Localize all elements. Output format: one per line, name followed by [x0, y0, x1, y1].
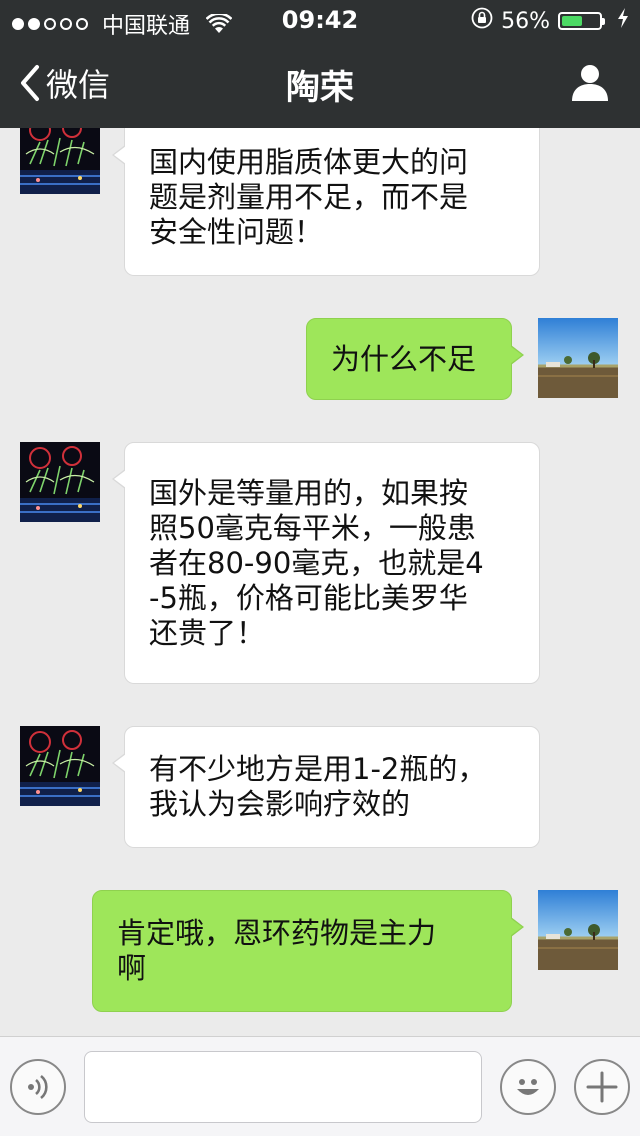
message-line: 为什么不足 [331, 341, 477, 376]
message-line: 我认为会影响疗效的 [149, 787, 411, 821]
message-bubble-incoming[interactable]: 有不少地方是用1-2瓶的， 我认为会影响疗效的 [112, 726, 540, 848]
message-text: 国内使用脂质体更大的问 题是剂量用不足，而不是 安全性问题！ [149, 145, 468, 250]
navigation-bar: 微信 陶荣 [0, 40, 640, 128]
message-line: 国外是等量用的，如果按 [149, 475, 469, 510]
charging-icon [616, 7, 630, 35]
battery-percent: 56% [501, 8, 550, 34]
contact-avatar[interactable] [20, 128, 100, 194]
contact-avatar[interactable] [20, 442, 100, 522]
message-bubble-outgoing[interactable]: 肯定哦，恩环药物是主力 啊 [92, 890, 524, 1012]
profile-button[interactable] [570, 62, 610, 102]
top-bar: 中国联通 09:42 56% 微信 陶荣 [0, 0, 640, 128]
message-bubble-incoming[interactable]: 国外是等量用的，如果按 照50毫克每平米，一般患 者在80-90毫克，也就是4 … [112, 442, 540, 684]
contact-avatar[interactable] [20, 726, 100, 806]
message-input[interactable] [84, 1051, 482, 1123]
message-text: 国外是等量用的，如果按 照50毫克每平米，一般患 者在80-90毫克，也就是4 … [149, 476, 484, 651]
message-line: 者在80-90毫克，也就是4 [149, 545, 484, 580]
chat-title: 陶荣 [286, 68, 354, 108]
message-line: 肯定哦，恩环药物是主力 [117, 916, 437, 950]
message-text: 有不少地方是用1-2瓶的， 我认为会影响疗效的 [149, 752, 486, 822]
battery-cap [602, 18, 605, 25]
chat-area[interactable]: 国内使用脂质体更大的问 题是剂量用不足，而不是 安全性问题！ 为什么不足 国外是… [0, 128, 640, 1036]
emoji-button[interactable] [500, 1059, 556, 1115]
my-avatar[interactable] [538, 318, 618, 398]
message-line: 安全性问题！ [149, 214, 324, 249]
input-toolbar [0, 1036, 640, 1136]
message-line: 照50毫克每平米，一般患 [149, 510, 476, 545]
message-bubble-incoming[interactable]: 国内使用脂质体更大的问 题是剂量用不足，而不是 安全性问题！ [112, 128, 540, 276]
voice-icon [28, 1074, 48, 1100]
emoji-icon [517, 1079, 539, 1095]
rotation-lock-icon [471, 7, 493, 35]
battery-fill [562, 16, 582, 26]
my-avatar[interactable] [538, 890, 618, 970]
status-bar: 中国联通 09:42 56% [0, 0, 640, 40]
message-line: 有不少地方是用1-2瓶的， [149, 752, 487, 786]
message-text: 为什么不足 [331, 342, 476, 377]
status-right: 56% [471, 7, 630, 35]
plus-icon [586, 1071, 618, 1103]
message-line: 国内使用脂质体更大的问 [149, 144, 469, 179]
message-line: 啊 [117, 951, 147, 985]
message-line: 还贵了！ [149, 615, 266, 650]
person-icon [572, 65, 608, 101]
voice-button[interactable] [10, 1059, 66, 1115]
battery-icon [558, 10, 608, 32]
message-bubble-outgoing[interactable]: 为什么不足 [306, 318, 524, 400]
more-button[interactable] [574, 1059, 630, 1115]
battery-body [558, 12, 602, 30]
message-text: 肯定哦，恩环药物是主力 啊 [117, 916, 436, 986]
message-line: 题是剂量用不足，而不是 [149, 179, 469, 214]
message-line: -5瓶，价格可能比美罗华 [149, 580, 468, 615]
